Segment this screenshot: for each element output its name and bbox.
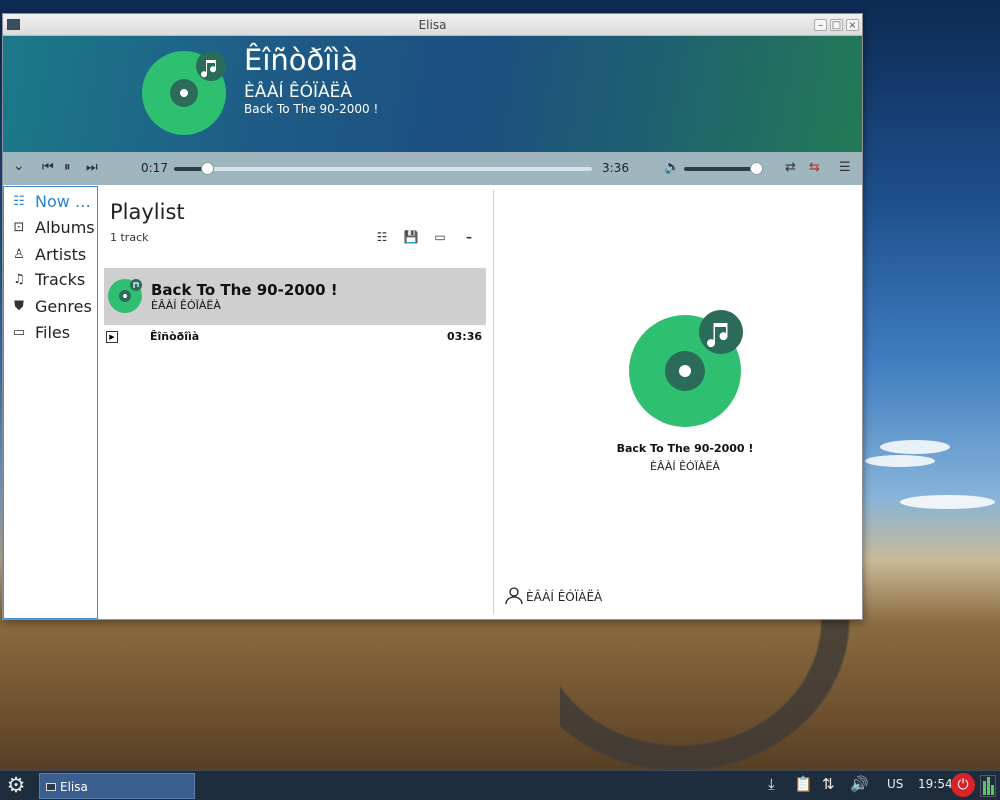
album-cover-icon: [142, 51, 226, 135]
window-title: Elisa: [418, 18, 447, 32]
desktop-road: [560, 620, 860, 780]
repeat-icon[interactable]: ⇄: [785, 160, 796, 175]
seek-slider[interactable]: [174, 162, 592, 175]
track-duration: 03:36: [446, 330, 482, 343]
sidebar-item-label: Albums: [35, 217, 95, 237]
skip-previous-icon[interactable]: ⏮: [42, 160, 54, 175]
sidebar-item-label: Genres: [35, 296, 92, 316]
elisa-window: Elisa – □ × Êîñòðîìà ÈÂÀÍ ÊÓÏÀËÀ Back To…: [2, 13, 863, 620]
sidebar-item-tracks[interactable]: ♫ Tracks: [10, 267, 96, 291]
sidebar-item-label: Now …: [35, 191, 91, 211]
sidebar-item-label: Tracks: [35, 269, 86, 289]
window-app-icon: [46, 783, 56, 791]
title-bar[interactable]: Elisa – □ ×: [3, 14, 862, 36]
desktop-cloud: [880, 440, 950, 454]
context-artist-link[interactable]: ÈÂÀÍ ÊÓÏÀËÀ: [526, 590, 602, 604]
sidebar-item-now-playing[interactable]: ☷ Now …: [10, 189, 96, 213]
artist-user-icon[interactable]: [505, 587, 523, 605]
clear-playlist-minus-icon[interactable]: –: [460, 230, 478, 246]
load-playlist-folder-icon[interactable]: ▭: [431, 230, 449, 246]
start-menu-gear-icon[interactable]: ⚙: [4, 773, 28, 797]
load-bar: [983, 781, 986, 795]
sidebar-item-label: Files: [35, 322, 71, 342]
skip-next-icon[interactable]: ⏭: [86, 160, 98, 175]
collapse-header-chevron-down-icon[interactable]: ⌄: [13, 158, 25, 174]
load-bar: [991, 785, 994, 795]
sidebar-item-albums[interactable]: ⊡ Albums: [10, 215, 96, 239]
minimize-button[interactable]: –: [814, 19, 827, 31]
desktop-cloud: [900, 495, 995, 509]
clipboard-tray-icon[interactable]: 📋: [794, 775, 813, 793]
menu-hamburger-icon[interactable]: ☰: [839, 160, 851, 175]
save-playlist-icon[interactable]: 💾: [402, 230, 420, 246]
sidebar-item-genres[interactable]: ⛊ Genres: [10, 294, 96, 318]
taskbar-task-elisa[interactable]: Elisa: [39, 773, 195, 799]
maximize-button[interactable]: □: [830, 19, 843, 31]
show-current-track-icon[interactable]: ☷: [373, 230, 391, 246]
system-load-meter: [980, 775, 996, 797]
volume-speaker-icon[interactable]: 🔈: [664, 160, 680, 175]
context-album-name: Back To The 90-2000 !: [616, 442, 754, 455]
header-track-title: Êîñòðîìà: [244, 43, 359, 77]
keyboard-layout[interactable]: US: [887, 777, 903, 791]
context-artist-name: ÈÂÀÍ ÊÓÏÀËÀ: [650, 460, 720, 473]
pause-icon[interactable]: ⏸: [64, 160, 71, 175]
now-playing-play-icon: ▶: [106, 331, 118, 343]
header-artist: ÈÂÀÍ ÊÓÏÀËÀ: [244, 82, 353, 102]
music-note-icon: ♫: [13, 271, 25, 287]
shuffle-icon[interactable]: ⇆: [809, 160, 820, 175]
clock[interactable]: 19:54: [918, 777, 953, 791]
power-icon[interactable]: ⏻: [951, 773, 975, 797]
taskbar-task-label: Elisa: [60, 780, 88, 794]
volume-fill: [684, 167, 756, 171]
album-icon: ⊡: [13, 219, 25, 235]
sidebar-item-files[interactable]: ▭ Files: [10, 320, 96, 344]
genre-shield-icon: ⛊: [14, 298, 24, 314]
table-row[interactable]: ▶ Êîñòðîìà 03:36: [104, 326, 486, 348]
playlist-album-name: Back To The 90-2000 !: [151, 281, 338, 299]
folder-icon: ▭: [12, 324, 26, 340]
now-playing-header: Êîñòðîìà ÈÂÀÍ ÊÓÏÀËÀ Back To The 90-2000…: [3, 36, 862, 152]
playlist-album-artist: ÈÂÀÍ ÊÓÏÀËÀ: [151, 299, 221, 312]
close-button[interactable]: ×: [846, 19, 859, 31]
sidebar-item-artists[interactable]: ♙ Artists: [10, 242, 96, 266]
now-playing-list-icon: ☷: [13, 193, 25, 209]
load-bar: [987, 777, 990, 795]
volume-tray-icon[interactable]: 🔊: [850, 775, 869, 793]
navigation-sidebar: ☷ Now … ⊡ Albums ♙ Artists ♫ Tracks ⛊ Ge…: [3, 186, 98, 619]
total-duration: 3:36: [602, 161, 629, 175]
playback-controls: ⌄ ⏮ ⏸ ⏭ 0:17 3:36 🔈 ⇄ ⇆ ☰: [3, 152, 862, 185]
seek-handle[interactable]: [201, 162, 215, 175]
sidebar-item-label: Artists: [35, 244, 87, 264]
volume-slider[interactable]: [684, 162, 763, 175]
playlist-title: Playlist: [110, 200, 185, 224]
album-cover-icon: [108, 279, 142, 313]
playlist-track-count: 1 track: [110, 231, 149, 244]
album-cover-icon: [629, 310, 743, 427]
network-tray-icon[interactable]: ⇅: [822, 775, 835, 793]
elapsed-time: 0:17: [141, 161, 168, 175]
download-tray-icon[interactable]: ⤓: [768, 775, 775, 793]
playlist-panel: Playlist 1 track ☷ 💾 ▭ – Back To The 90-…: [99, 186, 493, 619]
artist-icon: ♙: [13, 246, 25, 262]
context-panel: Back To The 90-2000 ! ÈÂÀÍ ÊÓÏÀËÀ ÈÂÀÍ Ê…: [494, 186, 862, 619]
header-album: Back To The 90-2000 !: [244, 102, 379, 116]
taskbar: ⚙ Elisa ⤓ 📋 ⇅ 🔊 US 19:54 ⏻: [0, 770, 1000, 800]
playlist-album-group[interactable]: Back To The 90-2000 ! ÈÂÀÍ ÊÓÏÀËÀ: [104, 268, 486, 325]
track-title: Êîñòðîìà: [150, 330, 200, 343]
volume-handle[interactable]: [750, 162, 763, 175]
